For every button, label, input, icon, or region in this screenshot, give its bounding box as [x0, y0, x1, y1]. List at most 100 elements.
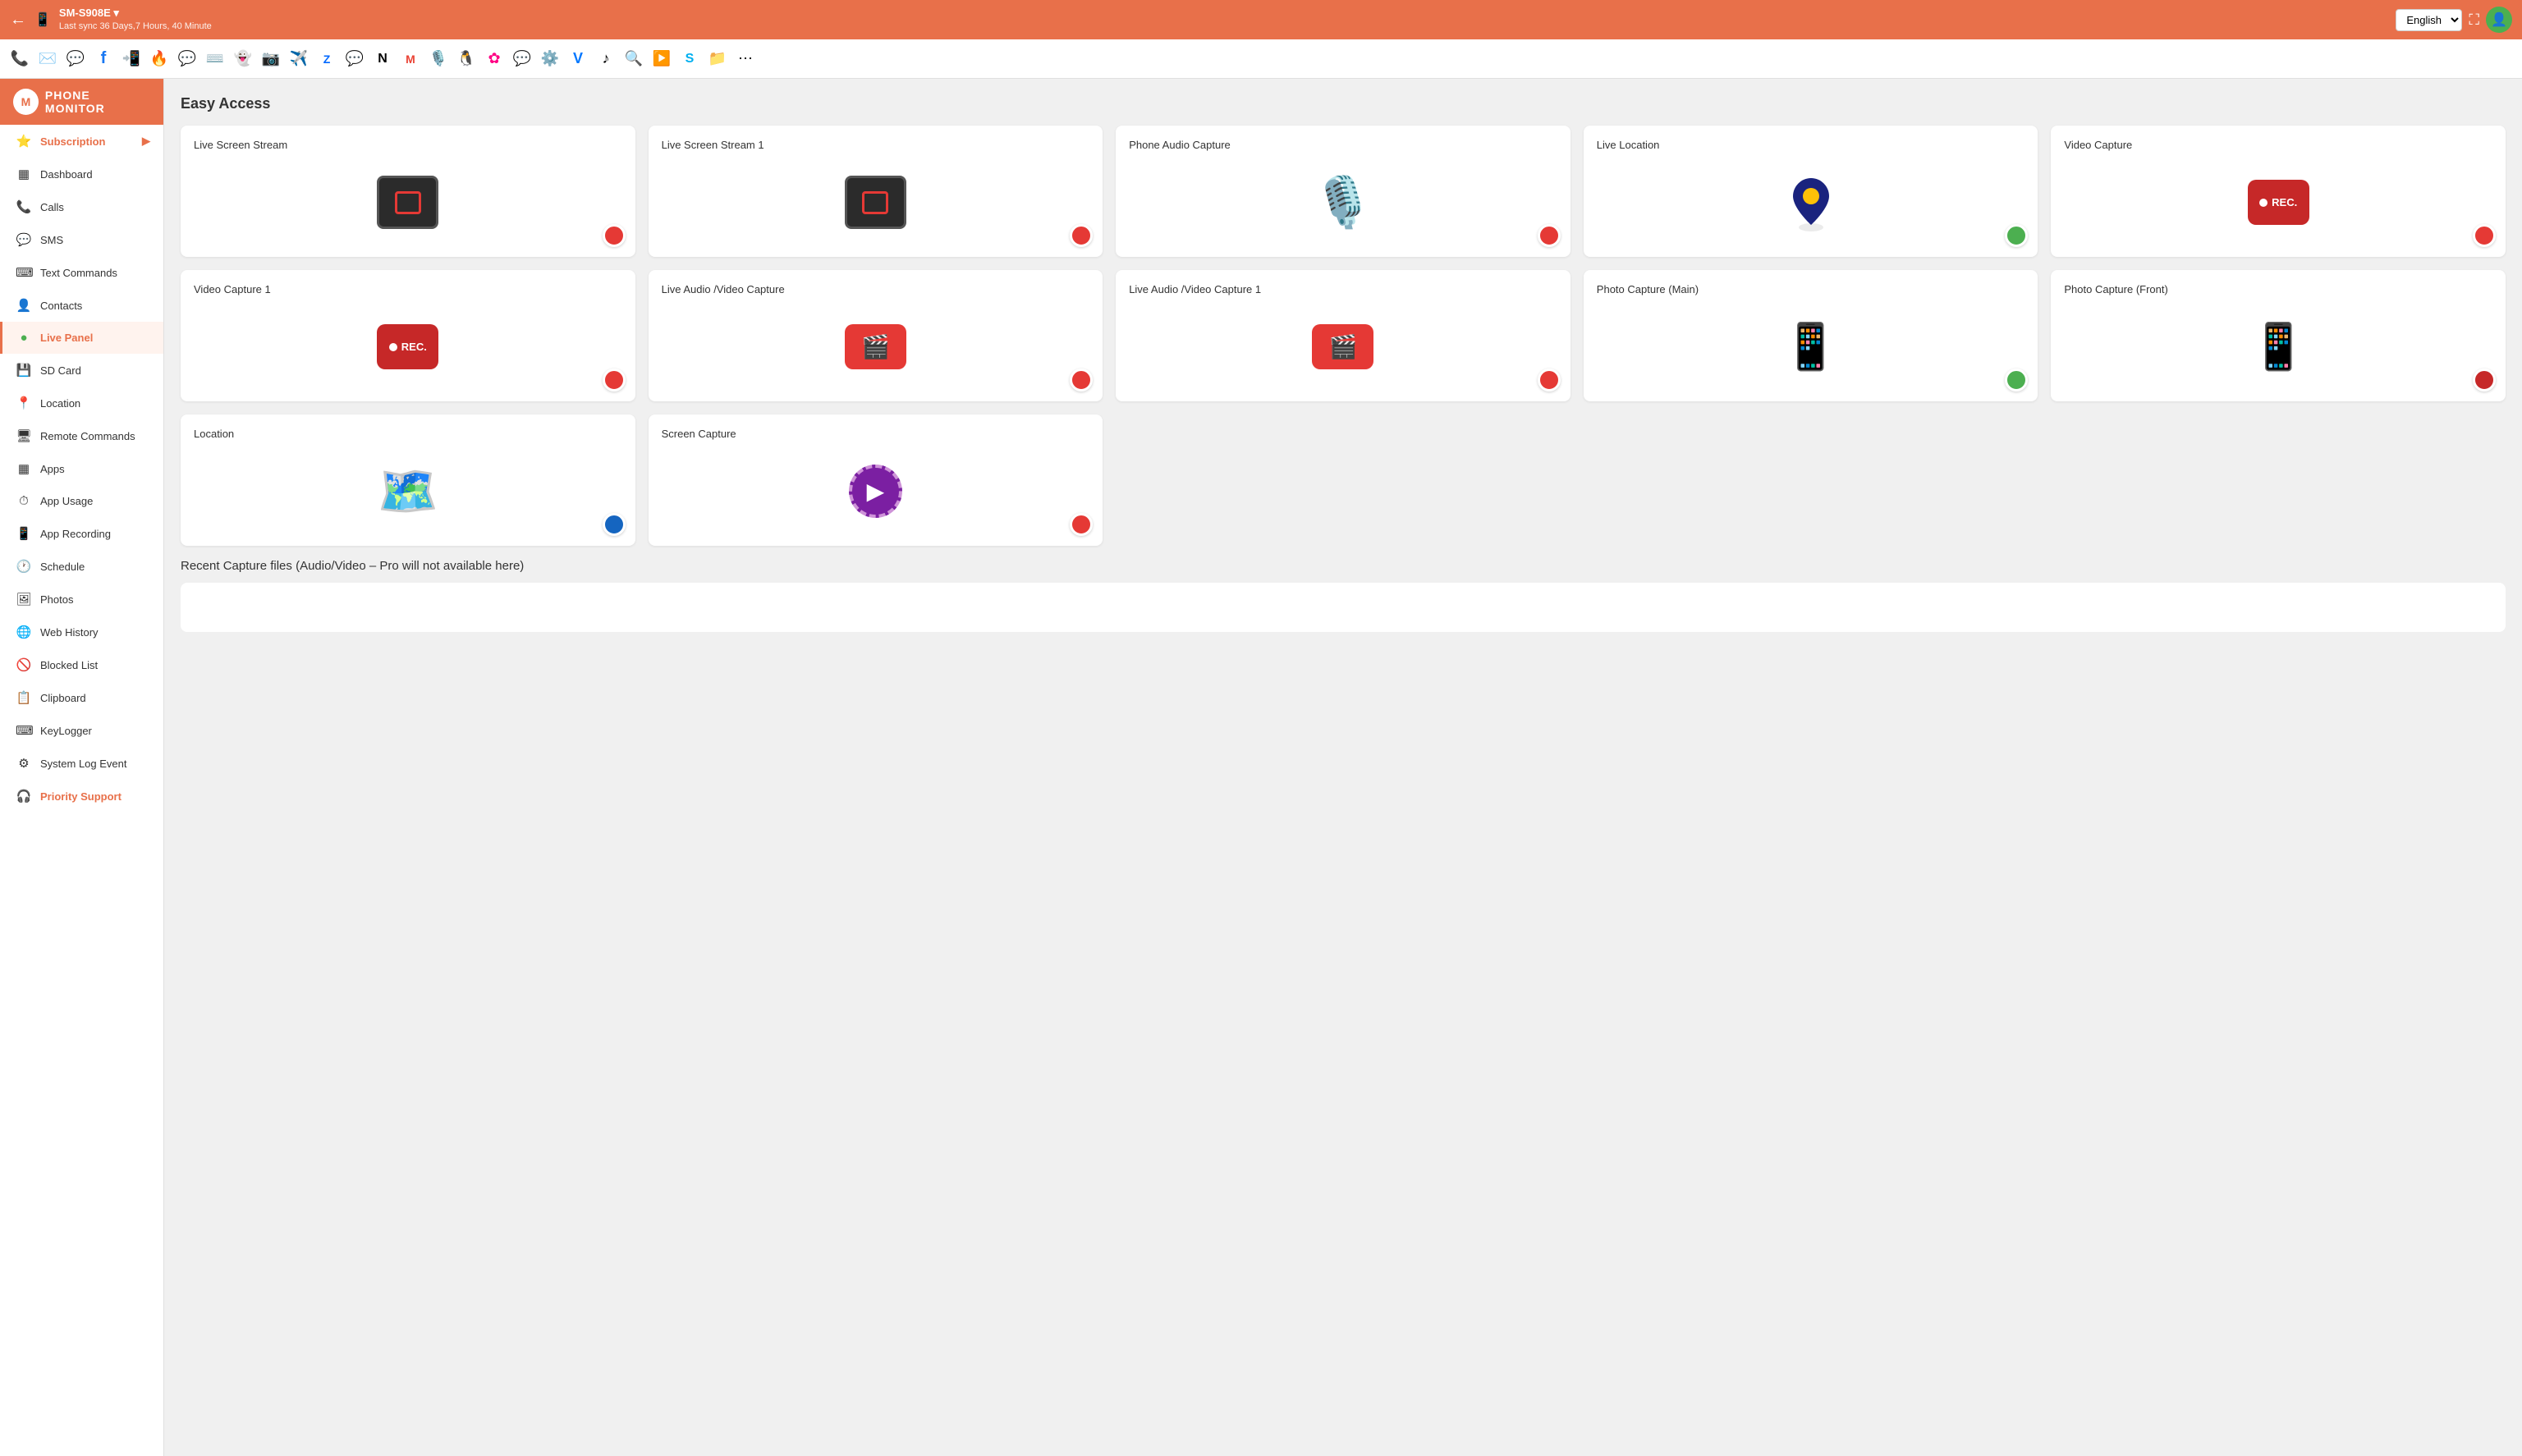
card-status-phone-audio-capture — [1538, 224, 1561, 247]
card-phone-audio-capture[interactable]: Phone Audio Capture 🎙️ — [1116, 126, 1571, 257]
sidebar-label-sd-card: SD Card — [40, 364, 81, 377]
flickr-icon[interactable]: ✿ — [483, 48, 506, 71]
card-live-location[interactable]: Live Location — [1584, 126, 2038, 257]
card-icon-live-location — [1597, 161, 2025, 244]
sidebar-label-schedule: Schedule — [40, 561, 85, 573]
sidebar-item-app-recording[interactable]: 📱 App Recording — [0, 517, 163, 550]
card-screen-capture[interactable]: Screen Capture ▶ — [649, 414, 1103, 546]
whatsapp-icon[interactable]: 💬 — [64, 48, 87, 71]
content-area: Easy Access Live Screen Stream Live Scre… — [164, 79, 2522, 1456]
sidebar-item-text-commands[interactable]: ⌨ Text Commands — [0, 256, 163, 289]
live-panel-icon: ● — [16, 331, 32, 345]
sidebar-item-priority-support[interactable]: 🎧 Priority Support — [0, 780, 163, 813]
sidebar-item-dashboard[interactable]: ▦ Dashboard — [0, 158, 163, 190]
sidebar-item-photos[interactable]: 🖼 Photos — [0, 583, 163, 616]
sidebar-item-schedule[interactable]: 🕐 Schedule — [0, 550, 163, 583]
card-status-location — [603, 513, 626, 536]
youtube-icon[interactable]: ▶️ — [650, 48, 673, 71]
photos-icon: 🖼 — [16, 592, 32, 607]
wechat-icon[interactable]: 💬 — [176, 48, 199, 71]
card-live-audio-video-capture[interactable]: Live Audio /Video Capture 🎬 — [649, 270, 1103, 401]
card-status-live-screen-stream-1 — [1070, 224, 1093, 247]
app-recording-icon: 📱 — [16, 526, 32, 541]
card-location[interactable]: Location 🗺️ — [181, 414, 635, 546]
sidebar-item-remote-commands[interactable]: 🖥 Remote Commands — [0, 419, 163, 452]
instagram-icon[interactable]: 📷 — [259, 48, 282, 71]
vk-icon[interactable]: V — [566, 48, 589, 71]
language-select[interactable]: English — [2396, 9, 2462, 31]
dashboard-icon: ▦ — [16, 167, 32, 181]
sd-card-icon: 💾 — [16, 363, 32, 378]
viber-icon[interactable]: 📲 — [120, 48, 143, 71]
empty-col-2 — [1584, 414, 2038, 546]
device-phone-icon: 📱 — [34, 11, 51, 28]
card-video-capture-1[interactable]: Video Capture 1 REC. — [181, 270, 635, 401]
googlevoice-icon[interactable]: 🎙️ — [427, 48, 450, 71]
zalo-icon[interactable]: Z — [315, 48, 338, 71]
card-status-screen-capture — [1070, 513, 1093, 536]
sidebar-item-app-usage[interactable]: ⏱ App Usage — [0, 485, 163, 517]
sidebar-label-calls: Calls — [40, 201, 64, 213]
qq-icon[interactable]: 🐧 — [455, 48, 478, 71]
sidebar-item-live-panel[interactable]: ● Live Panel — [0, 322, 163, 354]
search-icon[interactable]: 🔍 — [622, 48, 645, 71]
sidebar-label-text-commands: Text Commands — [40, 267, 117, 279]
sidebar-item-subscription[interactable]: ⭐ Subscription ▶ — [0, 125, 163, 158]
sidebar-item-keylogger[interactable]: ⌨ KeyLogger — [0, 714, 163, 747]
sidebar-item-apps[interactable]: ▦ Apps — [0, 452, 163, 485]
back-button[interactable]: ← — [10, 11, 26, 30]
top-bar: ← 📱 SM-S908E ▾ Last sync 36 Days,7 Hours… — [0, 0, 2522, 39]
keyboard-icon[interactable]: ⌨️ — [204, 48, 227, 71]
main-layout: M PHONE MONITOR ⭐ Subscription ▶ ▦ Dashb… — [0, 79, 2522, 1456]
facebook-icon[interactable]: f — [92, 48, 115, 71]
phone-icon[interactable]: 📞 — [8, 48, 31, 71]
sidebar-item-contacts[interactable]: 👤 Contacts — [0, 289, 163, 322]
imessage-icon[interactable]: 💬 — [343, 48, 366, 71]
sidebar-item-clipboard[interactable]: 📋 Clipboard — [0, 681, 163, 714]
sidebar-label-app-recording: App Recording — [40, 528, 111, 540]
sidebar-item-web-history[interactable]: 🌐 Web History — [0, 616, 163, 648]
card-live-screen-stream-1[interactable]: Live Screen Stream 1 — [649, 126, 1103, 257]
folder-icon[interactable]: 📁 — [706, 48, 729, 71]
card-icon-live-screen-stream-1 — [662, 161, 1090, 244]
sidebar-item-blocked-list[interactable]: 🚫 Blocked List — [0, 648, 163, 681]
card-icon-video-capture-1: REC. — [194, 305, 622, 388]
gmail-icon[interactable]: M — [399, 48, 422, 71]
card-live-screen-stream[interactable]: Live Screen Stream — [181, 126, 635, 257]
sidebar-item-sd-card[interactable]: 💾 SD Card — [0, 354, 163, 387]
tinder-icon[interactable]: 🔥 — [148, 48, 171, 71]
card-live-audio-video-capture-1[interactable]: Live Audio /Video Capture 1 🎬 — [1116, 270, 1571, 401]
calls-icon: 📞 — [16, 199, 32, 214]
logo-text: PHONE MONITOR — [45, 89, 150, 115]
card-title-live-audio-video-capture-1: Live Audio /Video Capture 1 — [1129, 283, 1557, 295]
web-history-icon: 🌐 — [16, 625, 32, 639]
card-photo-capture-front[interactable]: Photo Capture (Front) 📱 — [2051, 270, 2506, 401]
sidebar-item-location[interactable]: 📍 Location — [0, 387, 163, 419]
fullscreen-button[interactable]: ⛶ — [2469, 11, 2479, 29]
sidebar-item-sms[interactable]: 💬 SMS — [0, 223, 163, 256]
avatar[interactable]: 👤 — [2486, 7, 2512, 33]
card-icon-screen-capture: ▶ — [662, 450, 1090, 533]
more-icon[interactable]: ⋯ — [734, 48, 757, 71]
cards-row-3: Location 🗺️ Screen Capture ▶ — [181, 414, 2506, 546]
keylogger-icon: ⌨ — [16, 723, 32, 738]
snapchat-icon[interactable]: 👻 — [232, 48, 254, 71]
sidebar-label-location: Location — [40, 397, 80, 410]
discord-icon[interactable]: ⚙️ — [539, 48, 562, 71]
tiktok-icon[interactable]: ♪ — [594, 48, 617, 71]
card-title-phone-audio-capture: Phone Audio Capture — [1129, 139, 1557, 151]
card-photo-capture-main[interactable]: Photo Capture (Main) 📱 — [1584, 270, 2038, 401]
sidebar-item-calls[interactable]: 📞 Calls — [0, 190, 163, 223]
notion-icon[interactable]: N — [371, 48, 394, 71]
email-icon[interactable]: ✉️ — [36, 48, 59, 71]
card-video-capture[interactable]: Video Capture REC. — [2051, 126, 2506, 257]
device-info: SM-S908E ▾ Last sync 36 Days,7 Hours, 40… — [59, 7, 212, 32]
skype-icon[interactable]: S — [678, 48, 701, 71]
card-title-photo-capture-front: Photo Capture (Front) — [2064, 283, 2492, 295]
messenger-icon[interactable]: 💬 — [511, 48, 534, 71]
card-status-live-audio-video-capture — [1070, 369, 1093, 391]
telegram-icon[interactable]: ✈️ — [287, 48, 310, 71]
sidebar-item-system-log[interactable]: ⚙ System Log Event — [0, 747, 163, 780]
card-title-video-capture: Video Capture — [2064, 139, 2492, 151]
sidebar-label-clipboard: Clipboard — [40, 692, 86, 704]
